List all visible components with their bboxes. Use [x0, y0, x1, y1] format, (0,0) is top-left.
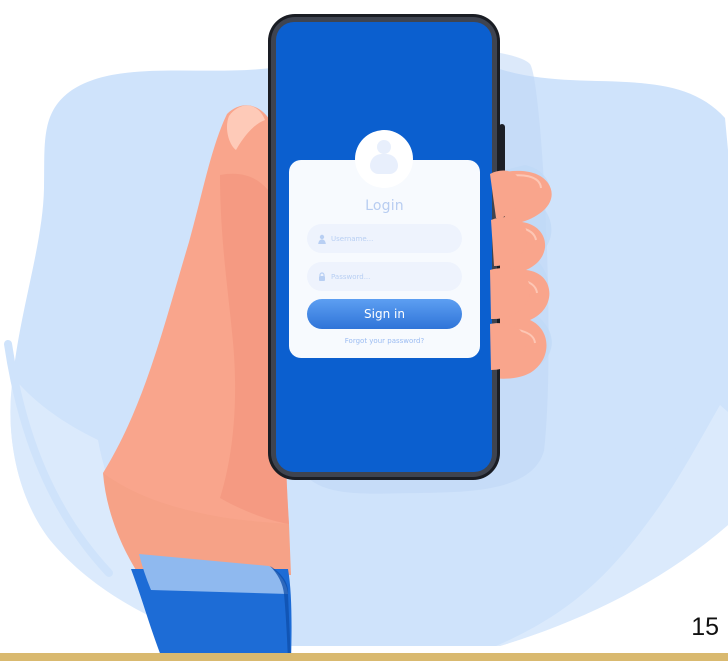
password-field[interactable]: Password...: [307, 262, 462, 291]
login-card: Login Username... Password... Sign in Fo…: [289, 130, 480, 358]
login-title: Login: [365, 198, 404, 214]
sign-in-button[interactable]: Sign in: [307, 299, 462, 329]
username-field[interactable]: Username...: [307, 224, 462, 253]
page-number: 15: [691, 613, 719, 641]
password-placeholder: Password...: [331, 272, 371, 281]
avatar-icon: [355, 130, 413, 188]
avatar-shape: [368, 140, 400, 178]
avatar-body: [370, 154, 398, 174]
bottom-band: [0, 653, 728, 661]
lock-icon: [317, 271, 327, 282]
user-icon: [317, 234, 327, 244]
forgot-password-link[interactable]: Forgot your password?: [289, 337, 480, 345]
login-illustration-page: Login Username... Password... Sign in Fo…: [0, 0, 728, 661]
username-placeholder: Username...: [331, 234, 374, 243]
avatar-head: [377, 140, 391, 154]
